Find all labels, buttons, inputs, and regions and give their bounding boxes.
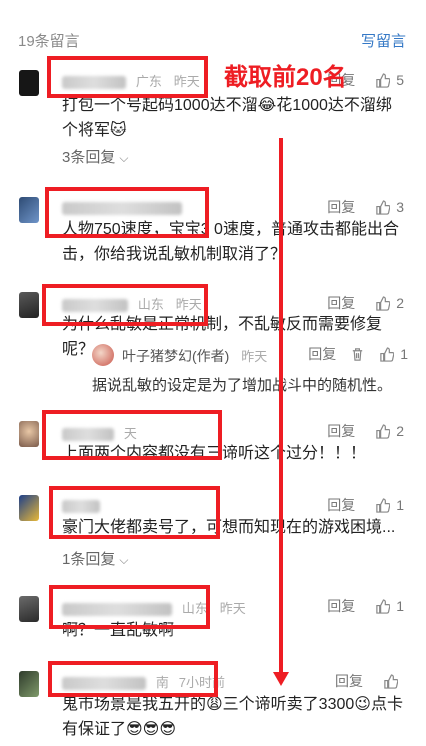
like-count: 3 [396, 199, 404, 215]
replies-count: 3条回复 [62, 149, 116, 166]
comment-location: 山东 [137, 297, 164, 312]
comment-location: 山东 [181, 601, 208, 616]
blurred-username [62, 427, 114, 441]
avatar[interactable] [19, 70, 39, 96]
blurred-username [62, 75, 126, 89]
thumbs-up-icon[interactable] [375, 72, 391, 88]
thumbs-up-icon[interactable] [379, 346, 395, 362]
comment-time: 天 [123, 426, 137, 441]
thumbs-up-icon[interactable] [375, 295, 391, 311]
comment-text: 豪门大佬都卖号了，可想而知现在的游戏困境... [62, 519, 396, 536]
thumbs-up-icon[interactable] [375, 497, 391, 513]
author-name: 叶子猪梦幻(作者) [122, 348, 230, 364]
comment-count: 19条留言 [18, 33, 80, 50]
comment-meta: 广东 昨天 [62, 71, 200, 90]
comment-meta: 南 7小时前 [62, 672, 225, 691]
reply-button[interactable]: 回复 [327, 596, 355, 616]
comment-location: 广东 [135, 74, 162, 89]
write-comment-link[interactable]: 写留言 [361, 30, 406, 51]
blurred-username [62, 201, 182, 215]
author-reply-text: 据说乱敏的设定是为了增加战斗中的随机性。 [92, 377, 393, 394]
comment-meta: 山东 昨天 [62, 598, 246, 617]
reply-button[interactable]: 回复 [327, 421, 355, 441]
reply-button[interactable]: 回复 [335, 671, 363, 691]
annotation-arrow-line [279, 138, 283, 675]
comment-text: 上面两个内容都没有三谛听这个过分！！！ [62, 445, 367, 462]
thumbs-up-icon[interactable] [375, 598, 391, 614]
blurred-username [62, 602, 172, 616]
thumbs-up-icon[interactable] [375, 423, 391, 439]
avatar[interactable] [19, 671, 39, 697]
view-replies-button[interactable]: 3条回复 ⌵ [62, 146, 128, 167]
trash-icon[interactable] [350, 347, 365, 362]
avatar[interactable] [19, 197, 39, 223]
reply-button[interactable]: 回复 [327, 495, 355, 515]
blurred-username [62, 298, 128, 312]
view-replies-button[interactable]: 1条回复 ⌵ [62, 548, 128, 569]
avatar[interactable] [19, 421, 39, 447]
thumbs-up-icon[interactable] [375, 199, 391, 215]
comment-time: 昨天 [173, 74, 200, 89]
comment-meta: 山东 昨天 [62, 294, 202, 313]
author-reply-meta: 叶子猪梦幻(作者) 昨天 [122, 346, 267, 366]
chevron-down-icon: ⌵ [119, 553, 129, 567]
reply-button[interactable]: 回复 [308, 344, 336, 364]
avatar[interactable] [19, 495, 39, 521]
blurred-username [62, 499, 100, 513]
comment-location: 南 [155, 675, 169, 690]
comment-text: 鬼市场景是我五开的😩三个谛听卖了3300😉点卡有保证了😎😎😎 [62, 696, 403, 738]
comment-time: 昨天 [219, 601, 246, 616]
reply-button[interactable]: 回复 [327, 197, 355, 217]
avatar[interactable] [19, 292, 39, 318]
annotation-label: 截取前20名 [224, 64, 347, 91]
arrow-down-icon [273, 672, 289, 686]
like-count: 2 [396, 423, 404, 439]
reply-button[interactable]: 回复 [327, 293, 355, 313]
comment-text: 打包一个号起码1000达不溜😂花1000达不溜绑个将军🐱 [62, 97, 392, 139]
thumbs-up-icon[interactable] [383, 673, 398, 689]
comment-meta [62, 199, 188, 215]
avatar[interactable] [19, 596, 39, 622]
comment-time: 7小时前 [178, 675, 226, 690]
replies-count: 1条回复 [62, 551, 116, 568]
comment-text: 人物750速度，宝宝3 0速度，普通攻击都能出合击，你给我说乱敏机制取消了？ [62, 221, 399, 263]
comments-header: 19条留言 写留言 [0, 0, 426, 60]
author-avatar[interactable] [92, 344, 114, 366]
comment-time: 昨天 [175, 297, 202, 312]
comment-text: 啊？一直乱敏啊 [62, 622, 175, 639]
chevron-down-icon: ⌵ [119, 151, 129, 165]
like-count: 5 [396, 72, 404, 88]
comment-meta [62, 497, 106, 513]
author-reply-time: 昨天 [241, 349, 268, 364]
comment-meta: 天 [62, 423, 137, 442]
like-count: 1 [396, 497, 404, 513]
like-count: 1 [396, 598, 404, 614]
blurred-username [62, 676, 146, 690]
like-count: 1 [400, 346, 408, 362]
like-count: 2 [396, 295, 404, 311]
